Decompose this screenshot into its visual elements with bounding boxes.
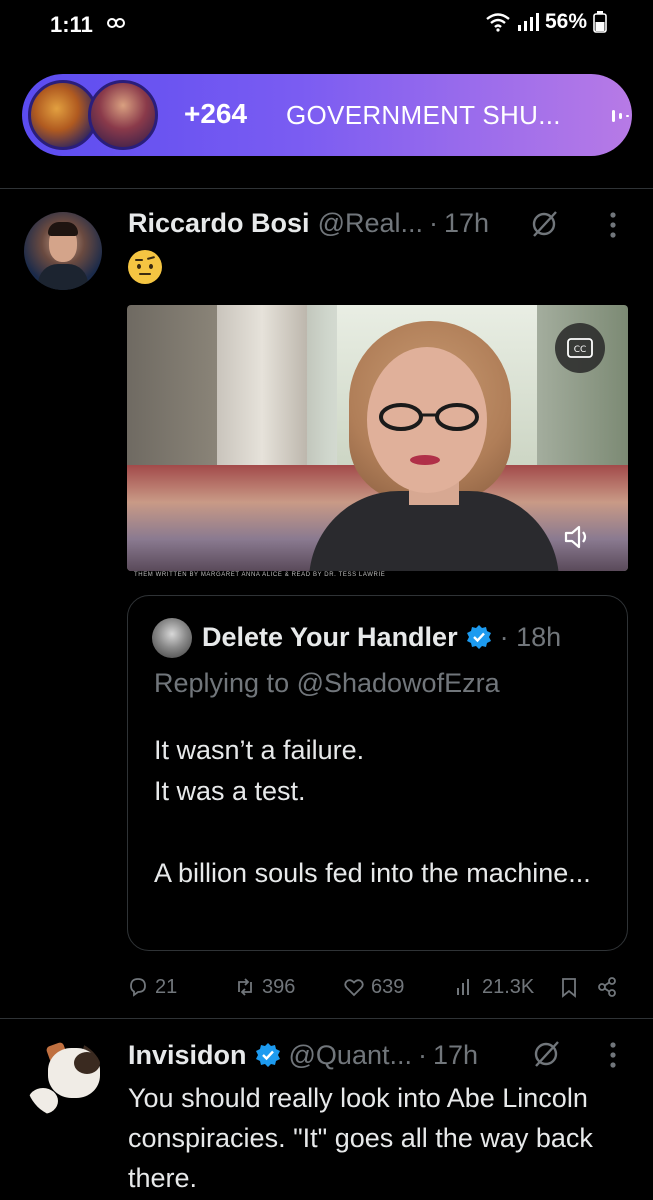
share-icon [598, 977, 616, 997]
repost-icon [238, 978, 252, 996]
tweet-actions: 21 396 639 21.3K [0, 965, 653, 1009]
reply-count: 21 [155, 975, 178, 998]
svg-text:CC: CC [574, 345, 587, 355]
status-bar: 1:11 56% [0, 0, 653, 52]
repost-count: 396 [262, 975, 296, 998]
spaces-cohost-avatar [88, 80, 158, 150]
raised-eyebrow-emoji [128, 250, 162, 284]
quoted-tweet-time: 18h [516, 622, 562, 652]
signal-icon [517, 13, 539, 31]
like-button[interactable]: 639 [343, 965, 404, 1009]
views-button[interactable]: 21.3K [454, 965, 534, 1009]
spaces-title: GOVERNMENT SHU... [286, 100, 561, 130]
separator-dot: · [499, 622, 509, 652]
quoted-author-avatar [152, 618, 192, 658]
spaces-bar[interactable]: +264 GOVERNMENT SHU... [22, 74, 632, 156]
reply-button[interactable]: 21 [127, 965, 177, 1009]
quoted-tweet-header: Delete Your Handler · 18h [202, 620, 561, 653]
status-time: 1:11 [50, 12, 93, 37]
author-handle[interactable]: @Quant... [289, 1040, 412, 1071]
like-icon [344, 979, 364, 997]
author-avatar[interactable] [26, 1040, 104, 1118]
share-button[interactable] [596, 965, 618, 1009]
author-name[interactable]: Invisidon [128, 1040, 247, 1071]
verified-icon [255, 1043, 280, 1067]
audio-bars-icon [612, 110, 629, 122]
replying-to: Replying to @ShadowofEzra [154, 668, 500, 698]
tweet-video[interactable] [127, 305, 628, 571]
author-name[interactable]: Riccardo Bosi [128, 208, 310, 239]
grok-icon[interactable] [530, 210, 558, 238]
battery-percent: 56% [544, 10, 587, 33]
wifi-icon [486, 13, 510, 32]
reply-icon [130, 978, 146, 997]
separator-dot: · [429, 208, 439, 238]
like-count: 639 [371, 975, 405, 998]
tweet-time[interactable]: 17h [433, 1040, 478, 1071]
tweet-header: Invisidon @Quant... · 17h [128, 1038, 478, 1070]
quoted-tweet[interactable]: Delete Your Handler · 18h Replying to @S… [127, 595, 628, 951]
cc-icon[interactable]: CC [555, 323, 605, 373]
views-count: 21.3K [482, 975, 535, 998]
repost-button[interactable]: 396 [234, 965, 295, 1009]
bookmark-icon [562, 978, 576, 998]
divider [0, 1018, 653, 1019]
verified-icon [466, 625, 491, 649]
views-icon [457, 979, 469, 995]
volume-icon[interactable] [562, 522, 592, 552]
more-icon[interactable] [609, 210, 617, 240]
video-credit: THEM WRITTEN BY MARGARET ANNA ALICE & RE… [134, 572, 386, 578]
separator-dot: · [417, 1040, 427, 1070]
grok-icon[interactable] [532, 1040, 560, 1068]
quoted-tweet-text: It wasn’t a failure. It was a test. A bi… [154, 735, 591, 888]
spaces-listener-count: +264 [184, 98, 248, 129]
bookmark-button[interactable] [558, 965, 580, 1009]
link-icon [107, 18, 125, 28]
tweet-text: You should really look into Abe Lincoln … [128, 1083, 593, 1193]
more-icon[interactable] [609, 1040, 617, 1070]
battery-icon [593, 11, 607, 33]
quoted-author-name: Delete Your Handler [202, 622, 458, 652]
tweet-header: Riccardo Bosi @Real... · 17h [128, 208, 489, 240]
tweet-time[interactable]: 17h [444, 208, 489, 239]
author-avatar[interactable] [24, 212, 102, 290]
author-handle[interactable]: @Real... [318, 208, 423, 239]
divider [0, 188, 653, 189]
status-right: 56% [485, 10, 607, 34]
